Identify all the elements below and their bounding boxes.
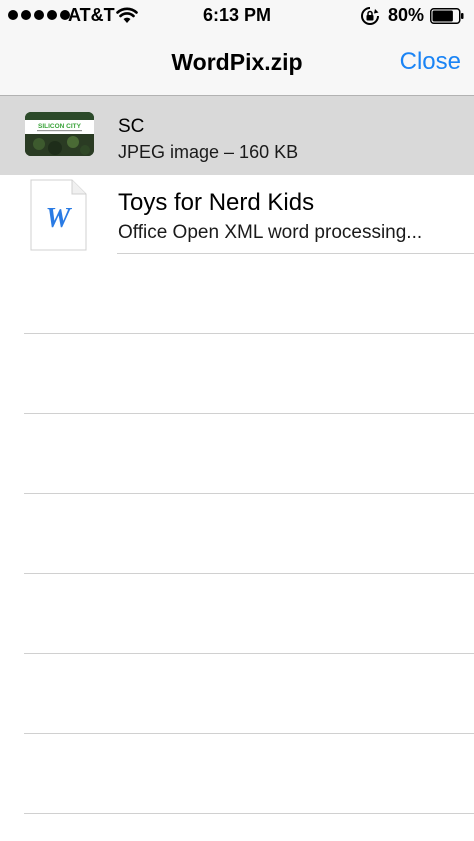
file-list: SILICON CITY SC JPEG image – 160 KB W To… xyxy=(0,96,474,254)
battery-icon xyxy=(430,8,464,24)
list-item[interactable]: SILICON CITY SC JPEG image – 160 KB xyxy=(0,96,474,175)
navigation-bar: WordPix.zip Close xyxy=(0,32,474,96)
empty-row-separator xyxy=(24,493,474,494)
row-separator xyxy=(117,253,474,254)
empty-row-separator xyxy=(24,733,474,734)
list-item[interactable]: W Toys for Nerd Kids Office Open XML wor… xyxy=(0,175,474,254)
word-letter: W xyxy=(46,203,73,234)
close-button[interactable]: Close xyxy=(400,48,461,76)
empty-row-separator xyxy=(24,653,474,654)
jpeg-thumbnail: SILICON CITY xyxy=(25,112,94,156)
battery-percent: 80% xyxy=(388,5,425,25)
file-name: SC xyxy=(118,116,145,137)
empty-row-separator xyxy=(24,813,474,814)
file-name: Toys for Nerd Kids xyxy=(118,189,315,216)
empty-row-separator xyxy=(24,333,474,334)
status-bar: AT&T 6:13 PM 80% xyxy=(0,0,474,32)
thumbnail-title: SILICON CITY xyxy=(38,123,82,130)
file-detail: Office Open XML word processing... xyxy=(118,222,423,243)
file-detail: JPEG image – 160 KB xyxy=(118,142,299,162)
word-document-icon: W xyxy=(30,179,87,251)
empty-row-separator xyxy=(24,573,474,574)
empty-row-separator xyxy=(24,413,474,414)
orientation-lock-icon xyxy=(361,7,379,25)
